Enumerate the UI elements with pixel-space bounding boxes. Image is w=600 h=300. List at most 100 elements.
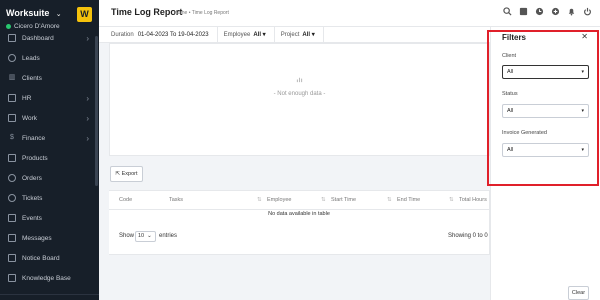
client-select[interactable]: All ▾ [502, 65, 589, 79]
chevron-right-icon: › [86, 33, 89, 43]
filters-panel: Filters ✕ Client All ▾ Status All ▾ Invo… [490, 27, 600, 300]
sidebar-item-products[interactable]: Products [0, 148, 99, 168]
events-icon [8, 214, 16, 222]
sidebar-item-events[interactable]: Events [0, 208, 99, 228]
clock-icon[interactable] [535, 7, 544, 16]
messages-icon [8, 234, 16, 242]
table-header: Code Tasks ⇅ Employee ⇅ Start Time ⇅ End… [109, 191, 489, 210]
logo: W [77, 7, 92, 22]
sort-icon: ⇅ [257, 197, 262, 203]
caret-down-icon: ▾ [581, 108, 584, 114]
show-label: Show [119, 233, 135, 239]
divider [322, 26, 324, 43]
sort-icon: ⇅ [387, 197, 392, 203]
leads-icon [8, 54, 16, 62]
table-empty-row: No data available in table [268, 211, 330, 217]
sidebar-item-label: Clients [22, 74, 42, 82]
sticky-note-icon[interactable] [519, 7, 528, 16]
divider [216, 26, 218, 43]
duration-picker[interactable]: 01-04-2023 To 19-04-2023 [138, 32, 209, 38]
duration-label: Duration [111, 31, 134, 38]
work-icon [8, 114, 16, 122]
sidebar-item-label: Dashboard [22, 34, 54, 42]
filters-title: Filters [502, 33, 527, 42]
caret-down-icon: ⌄ [147, 233, 152, 239]
caret-down-icon: ▾ [581, 147, 584, 153]
status-label: Status [502, 91, 518, 97]
chart-card: - Not enough data - [109, 43, 490, 156]
sidebar-item-finance[interactable]: $ Finance › [0, 128, 99, 148]
sidebar: Worksuite ⌄ Cicero D'Amore W Dashboard ›… [0, 0, 99, 300]
invoice-generated-select[interactable]: All ▾ [502, 143, 589, 157]
sidebar-item-knowledge-base[interactable]: Knowledge Base [0, 268, 99, 288]
chevron-right-icon: › [86, 93, 89, 103]
search-icon[interactable] [503, 7, 512, 16]
column-header-end-time[interactable]: End Time [397, 197, 420, 203]
sidebar-item-label: Finance [22, 134, 46, 142]
page-title: Time Log Report [111, 7, 183, 17]
employee-value: All [253, 32, 261, 38]
notice-icon [8, 254, 16, 262]
breadcrumb[interactable]: Home • Time Log Report [174, 10, 229, 16]
knowledge-icon [8, 274, 16, 282]
export-icon: ⇱ [115, 171, 121, 177]
sidebar-item-clients[interactable]: ▥ Clients [0, 68, 99, 88]
client-label: Client [502, 53, 517, 59]
tickets-icon [8, 194, 16, 202]
top-icons [503, 7, 592, 16]
sidebar-item-orders[interactable]: Orders [0, 168, 99, 188]
invoice-generated-label: Invoice Generated [502, 130, 547, 136]
table-info: Showing 0 to 0 [448, 233, 488, 239]
products-icon [8, 154, 16, 162]
project-value: All [302, 32, 311, 38]
column-header-start-time[interactable]: Start Time [331, 197, 356, 203]
bell-icon[interactable] [567, 7, 576, 16]
project-select[interactable]: All ▾ [302, 31, 314, 38]
sidebar-item-notice-board[interactable]: Notice Board [0, 248, 99, 268]
entries-select[interactable]: 10 ⌄ [135, 231, 156, 242]
clients-icon: ▥ [8, 74, 16, 81]
sidebar-item-dashboard[interactable]: Dashboard › [0, 28, 99, 48]
status-value: All [507, 108, 514, 114]
hr-icon [8, 94, 16, 102]
brand-name: Worksuite [6, 8, 50, 18]
employee-select[interactable]: All ▾ [253, 31, 265, 38]
home-icon [8, 34, 16, 42]
employee-label: Employee [223, 31, 251, 38]
sidebar-item-label: Knowledge Base [22, 274, 71, 282]
clear-button[interactable]: Clear [568, 286, 589, 300]
sort-icon: ⇅ [321, 197, 326, 203]
column-header-employee[interactable]: Employee [267, 197, 291, 203]
column-header-code[interactable]: Code [119, 197, 132, 203]
sidebar-item-label: Tickets [22, 194, 43, 202]
status-select[interactable]: All ▾ [502, 104, 589, 118]
sidebar-item-messages[interactable]: Messages [0, 228, 99, 248]
power-icon[interactable] [583, 7, 592, 16]
sidebar-item-work[interactable]: Work › [0, 108, 99, 128]
caret-down-icon: ▾ [310, 32, 315, 38]
close-icon[interactable]: ✕ [581, 32, 588, 41]
column-header-total-hours[interactable]: Total Hours [459, 197, 487, 203]
sidebar-item-tickets[interactable]: Tickets [0, 188, 99, 208]
sidebar-footer [0, 294, 99, 300]
export-button[interactable]: ⇱ Export [110, 166, 143, 182]
entries-label: entries [159, 233, 178, 239]
client-value: All [507, 69, 514, 75]
sort-icon: ⇅ [449, 197, 454, 203]
sidebar-nav: Dashboard › Leads ▥ Clients HR › Work › … [0, 28, 99, 288]
column-header-tasks[interactable]: Tasks [169, 197, 183, 203]
brand-header[interactable]: Worksuite ⌄ Cicero D'Amore W [0, 0, 99, 30]
invoice-generated-value: All [507, 147, 514, 153]
sidebar-item-label: Orders [22, 174, 42, 182]
sidebar-item-label: HR [22, 94, 32, 102]
entries-value: 10 [138, 233, 145, 239]
project-label: Project [280, 31, 300, 38]
caret-down-icon: ▾ [261, 32, 266, 38]
divider [273, 26, 275, 43]
bar-chart-icon [110, 76, 489, 85]
export-label: Export [121, 171, 138, 177]
sidebar-scrollbar[interactable] [95, 36, 98, 186]
add-icon[interactable] [551, 7, 560, 16]
sidebar-item-leads[interactable]: Leads [0, 48, 99, 68]
sidebar-item-hr[interactable]: HR › [0, 88, 99, 108]
